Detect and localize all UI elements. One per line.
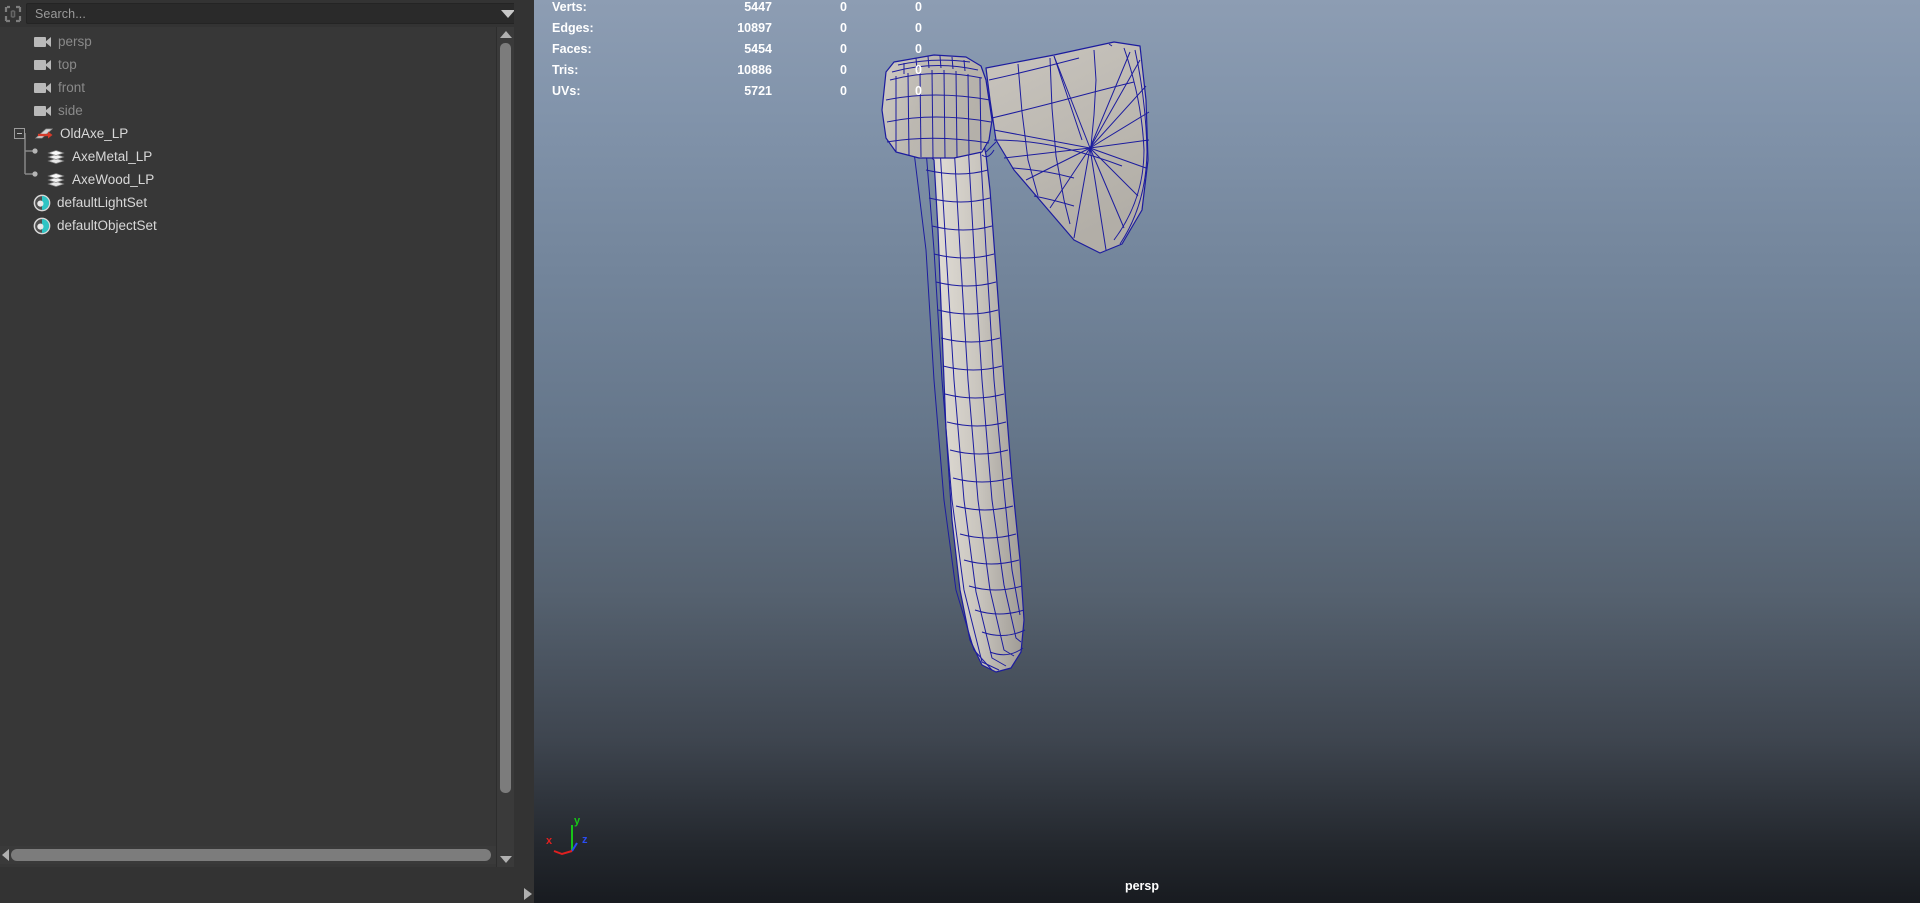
stats-selected: 0 [840,0,847,14]
triangle-right-icon[interactable] [524,888,532,900]
stats-other: 0 [915,84,922,98]
sidebar-item-top[interactable]: top [0,53,514,76]
outliner-item-label: side [58,103,83,118]
outliner-item-label: top [58,57,77,72]
stats-total: 10886 [737,63,772,77]
stats-row: Edges: 10897 0 0 [552,17,922,38]
stats-total: 5447 [744,0,772,14]
stats-row: Verts: 5447 0 0 [552,0,922,17]
axe-model-wireframe [881,41,1150,673]
scrollbar-thumb[interactable] [500,43,511,793]
outliner-item-label: AxeWood_LP [72,172,155,187]
stats-selected: 0 [840,84,847,98]
stats-label: UVs: [552,84,581,98]
sidebar-item-persp[interactable]: persp [0,30,514,53]
viewport-stats-hud: Verts: 5447 0 0 Edges: 10897 0 0 Faces: … [552,0,922,101]
viewport-persp[interactable]: Verts: 5447 0 0 Edges: 10897 0 0 Faces: … [534,0,1920,903]
triangle-up-icon[interactable] [499,31,512,38]
axis-label-z: z [582,834,588,846]
stats-label: Verts: [552,0,587,14]
transform-icon [34,127,54,141]
stats-row: Faces: 5454 0 0 [552,38,922,59]
camera-icon [34,36,52,48]
outliner-item-label: defaultLightSet [57,195,148,210]
outliner-horizontal-scrollbar[interactable] [0,846,514,864]
triangle-left-icon[interactable] [2,849,9,861]
stats-selected: 0 [840,21,847,35]
stats-selected: 0 [840,42,847,56]
camera-icon [34,82,52,94]
scrollbar-thumb[interactable] [11,849,491,861]
mesh-icon [47,149,65,164]
axis-label-y: y [574,815,581,827]
set-icon [33,217,51,235]
stats-total: 5454 [744,42,772,56]
sidebar-item-front[interactable]: front [0,76,514,99]
stats-other: 0 [915,42,922,56]
camera-icon [34,59,52,71]
sidebar-item-axemetal-lp[interactable]: AxeMetal_LP [0,145,514,168]
set-icon [33,194,51,212]
sidebar-item-oldaxe-lp[interactable]: OldAxe_LP [0,122,514,145]
mesh-icon [47,172,65,187]
search-placeholder: Search... [35,6,86,21]
axis-orientation-gizmo: y x z [544,813,604,873]
sidebar-item-axewood-lp[interactable]: AxeWood_LP [0,168,514,191]
stats-total: 5721 [744,84,772,98]
maya-window: Search... persp top front side OldAxe_LP… [0,0,1920,903]
outliner-vertical-scrollbar[interactable] [496,27,514,867]
stats-label: Tris: [552,63,579,77]
outliner-item-label: AxeMetal_LP [72,149,153,164]
outliner-tree[interactable]: persp top front side OldAxe_LP AxeMetal_… [0,27,514,867]
viewport-camera-label: persp [1124,879,1160,893]
outliner-panel: Search... persp top front side OldAxe_LP… [0,0,534,903]
stats-other: 0 [915,21,922,35]
sidebar-item-side[interactable]: side [0,99,514,122]
axis-label-x: x [546,835,553,847]
chevron-down-icon[interactable] [501,9,515,18]
stats-other: 0 [915,0,922,14]
stats-total: 10897 [737,21,772,35]
triangle-down-icon[interactable] [499,856,512,863]
search-input[interactable]: Search... [26,3,526,24]
outliner-item-label: OldAxe_LP [60,126,129,141]
outliner-search-row: Search... [0,0,534,27]
stats-selected: 0 [840,63,847,77]
stats-table: Verts: 5447 0 0 Edges: 10897 0 0 Faces: … [552,0,922,101]
outliner-item-label: front [58,80,86,95]
outliner-toggle-icon[interactable] [0,1,26,27]
outliner-item-label: persp [58,34,92,49]
sidebar-item-defaultobjectset[interactable]: defaultObjectSet [0,214,514,237]
stats-label: Faces: [552,42,592,56]
stats-other: 0 [915,63,922,77]
outliner-item-label: defaultObjectSet [57,218,157,233]
stats-label: Edges: [552,21,594,35]
outliner-right-strip [514,0,534,903]
stats-row: Tris: 10886 0 0 [552,59,922,80]
stats-row: UVs: 5721 0 0 [552,80,922,101]
expand-collapse-toggle[interactable] [14,128,25,139]
camera-icon [34,105,52,117]
sidebar-item-defaultlightset[interactable]: defaultLightSet [0,191,514,214]
